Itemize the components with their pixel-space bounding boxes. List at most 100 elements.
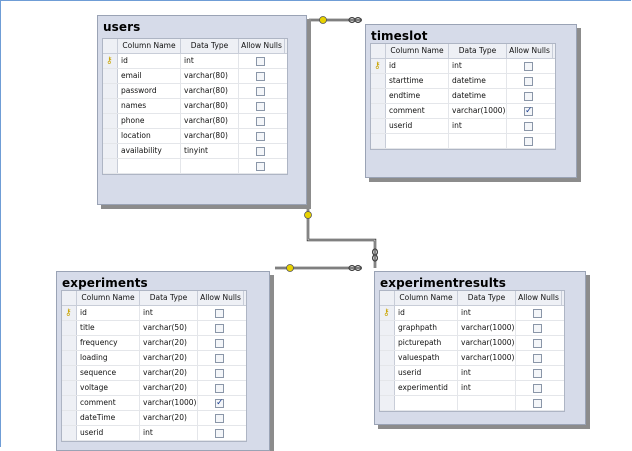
- allow-nulls-checkbox[interactable]: [524, 122, 533, 131]
- allow-nulls-cell[interactable]: [198, 306, 244, 320]
- row-selector[interactable]: [62, 321, 77, 335]
- allow-nulls-cell[interactable]: [516, 351, 562, 365]
- allow-nulls-checkbox[interactable]: [533, 369, 542, 378]
- allow-nulls-checkbox[interactable]: [215, 414, 224, 423]
- column-name-cell[interactable]: sequence: [77, 366, 140, 380]
- row-selector[interactable]: [380, 351, 395, 365]
- allow-nulls-cell[interactable]: [239, 54, 285, 68]
- data-type-cell[interactable]: varchar(20): [140, 351, 198, 365]
- row-selector[interactable]: [103, 159, 118, 173]
- data-type-cell[interactable]: int: [181, 54, 239, 68]
- table-users[interactable]: users Column Name Data Type Allow Nulls ⚷ id…: [97, 15, 307, 205]
- allow-nulls-checkbox[interactable]: [215, 354, 224, 363]
- table-row[interactable]: comment varchar(1000): [371, 104, 555, 119]
- allow-nulls-checkbox[interactable]: [256, 162, 265, 171]
- table-row[interactable]: endtime datetime: [371, 89, 555, 104]
- data-type-cell[interactable]: int: [449, 59, 507, 73]
- table-row[interactable]: voltage varchar(20): [62, 381, 246, 396]
- table-timeslot[interactable]: timeslot Column Name Data Type Allow Nulls…: [365, 24, 577, 178]
- allow-nulls-checkbox[interactable]: [215, 429, 224, 438]
- row-selector[interactable]: [371, 104, 386, 118]
- allow-nulls-checkbox[interactable]: [533, 399, 542, 408]
- column-name-cell[interactable]: userid: [386, 119, 449, 133]
- column-name-cell[interactable]: starttime: [386, 74, 449, 88]
- allow-nulls-cell[interactable]: [507, 104, 553, 118]
- allow-nulls-checkbox[interactable]: [256, 102, 265, 111]
- allow-nulls-cell[interactable]: [198, 351, 244, 365]
- column-name-cell[interactable]: password: [118, 84, 181, 98]
- allow-nulls-cell[interactable]: [507, 119, 553, 133]
- allow-nulls-checkbox[interactable]: [256, 87, 265, 96]
- allow-nulls-checkbox[interactable]: [533, 339, 542, 348]
- column-name-cell[interactable]: location: [118, 129, 181, 143]
- table-row[interactable]: loading varchar(20): [62, 351, 246, 366]
- allow-nulls-cell[interactable]: [516, 396, 562, 410]
- column-grid[interactable]: Column Name Data Type Allow Nulls ⚷ id int gra…: [379, 290, 565, 412]
- data-type-cell[interactable]: varchar(20): [140, 381, 198, 395]
- allow-nulls-cell[interactable]: [198, 426, 244, 440]
- row-selector[interactable]: [103, 69, 118, 83]
- column-grid[interactable]: Column Name Data Type Allow Nulls ⚷ id int ema…: [102, 38, 288, 175]
- table-row[interactable]: experimentid int: [380, 381, 564, 396]
- column-name-cell[interactable]: id: [77, 306, 140, 320]
- allow-nulls-cell[interactable]: [507, 59, 553, 73]
- allow-nulls-checkbox[interactable]: [256, 72, 265, 81]
- data-type-cell[interactable]: [458, 396, 516, 410]
- row-selector[interactable]: [371, 74, 386, 88]
- table-experiments[interactable]: experiments Column Name Data Type Allow Nu…: [56, 271, 270, 451]
- data-type-cell[interactable]: varchar(20): [140, 411, 198, 425]
- allow-nulls-cell[interactable]: [507, 74, 553, 88]
- row-selector[interactable]: [371, 134, 386, 148]
- row-selector[interactable]: [62, 411, 77, 425]
- data-type-cell[interactable]: int: [140, 306, 198, 320]
- data-type-cell[interactable]: [449, 134, 507, 148]
- allow-nulls-cell[interactable]: [239, 129, 285, 143]
- column-name-cell[interactable]: userid: [77, 426, 140, 440]
- allow-nulls-cell[interactable]: [516, 321, 562, 335]
- allow-nulls-cell[interactable]: [239, 84, 285, 98]
- data-type-cell[interactable]: varchar(20): [140, 336, 198, 350]
- allow-nulls-checkbox[interactable]: [524, 62, 533, 71]
- column-name-cell[interactable]: email: [118, 69, 181, 83]
- row-selector[interactable]: [62, 396, 77, 410]
- data-type-cell[interactable]: int: [449, 119, 507, 133]
- table-row[interactable]: availability tinyint: [103, 144, 287, 159]
- row-selector[interactable]: [103, 129, 118, 143]
- data-type-cell[interactable]: varchar(80): [181, 114, 239, 128]
- data-type-cell[interactable]: int: [140, 426, 198, 440]
- allow-nulls-cell[interactable]: [516, 306, 562, 320]
- data-type-cell[interactable]: tinyint: [181, 144, 239, 158]
- table-row[interactable]: comment varchar(1000): [62, 396, 246, 411]
- allow-nulls-cell[interactable]: [198, 321, 244, 335]
- allow-nulls-cell[interactable]: [516, 366, 562, 380]
- column-name-cell[interactable]: comment: [386, 104, 449, 118]
- column-name-cell[interactable]: id: [386, 59, 449, 73]
- data-type-cell[interactable]: varchar(1000): [449, 104, 507, 118]
- column-name-cell[interactable]: voltage: [77, 381, 140, 395]
- data-type-cell[interactable]: varchar(20): [140, 366, 198, 380]
- allow-nulls-cell[interactable]: [198, 411, 244, 425]
- table-row[interactable]: dateTime varchar(20): [62, 411, 246, 426]
- row-selector[interactable]: ⚷: [103, 54, 118, 68]
- row-selector[interactable]: [380, 321, 395, 335]
- table-row[interactable]: graphpath varchar(1000): [380, 321, 564, 336]
- table-row[interactable]: phone varchar(80): [103, 114, 287, 129]
- row-selector[interactable]: [380, 381, 395, 395]
- allow-nulls-cell[interactable]: [239, 159, 285, 173]
- table-row[interactable]: userid int: [62, 426, 246, 441]
- column-name-cell[interactable]: userid: [395, 366, 458, 380]
- row-selector[interactable]: [380, 396, 395, 410]
- allow-nulls-cell[interactable]: [198, 381, 244, 395]
- row-selector[interactable]: ⚷: [371, 59, 386, 73]
- allow-nulls-checkbox[interactable]: [215, 309, 224, 318]
- table-row[interactable]: valuespath varchar(1000): [380, 351, 564, 366]
- allow-nulls-checkbox[interactable]: [524, 137, 533, 146]
- allow-nulls-cell[interactable]: [516, 336, 562, 350]
- row-selector[interactable]: [103, 99, 118, 113]
- column-name-cell[interactable]: title: [77, 321, 140, 335]
- column-name-cell[interactable]: availability: [118, 144, 181, 158]
- row-selector[interactable]: [371, 119, 386, 133]
- data-type-cell[interactable]: int: [458, 366, 516, 380]
- row-selector[interactable]: [380, 366, 395, 380]
- row-selector[interactable]: [103, 144, 118, 158]
